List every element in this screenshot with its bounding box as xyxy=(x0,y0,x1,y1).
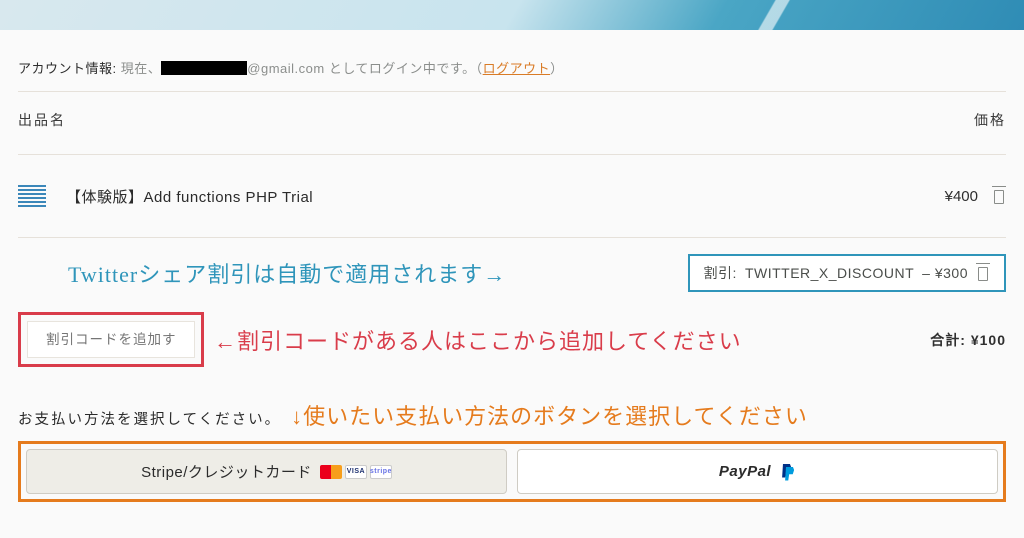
mastercard-icon xyxy=(320,465,342,479)
stripe-icon: stripe xyxy=(370,465,392,479)
cart-item-row: 【体験版】Add functions PHP Trial ¥400 xyxy=(18,155,1006,223)
annotation-box-coupon xyxy=(18,312,204,367)
account-info-label: アカウント情報: xyxy=(18,61,117,76)
discount-code: TWITTER_X_DISCOUNT xyxy=(745,265,914,281)
payment-stripe-label: Stripe/クレジットカード xyxy=(141,461,312,482)
hero-banner xyxy=(0,0,1024,30)
column-header-name: 出品名 xyxy=(18,110,66,130)
annotation-payment-hint: ↓使いたい支払い方法のボタンを選択してください xyxy=(291,399,808,431)
credit-card-icons: VISA stripe xyxy=(320,465,392,479)
redacted-email-local xyxy=(161,61,247,75)
coupon-code-input[interactable] xyxy=(27,321,195,358)
column-header-price: 価格 xyxy=(974,110,1006,130)
remove-item-icon[interactable] xyxy=(992,188,1006,204)
total-value: ¥100 xyxy=(971,332,1006,348)
annotation-box-payment: Stripe/クレジットカード VISA stripe PayPal xyxy=(18,441,1006,502)
payment-paypal-label: PayPal xyxy=(719,463,771,480)
logout-link[interactable]: ログアウト xyxy=(483,61,551,76)
product-thumbnail-icon xyxy=(18,185,46,207)
applied-discount-badge: 割引: TWITTER_X_DISCOUNT – ¥300 xyxy=(688,254,1006,292)
paypal-icon xyxy=(782,464,796,480)
payment-option-paypal[interactable]: PayPal xyxy=(517,449,998,494)
account-info-line: アカウント情報: 現在、 @gmail.com としてログイン中です。（ログアウト… xyxy=(18,58,1006,77)
discount-amount: – ¥300 xyxy=(922,265,968,281)
remove-discount-icon[interactable] xyxy=(976,265,990,281)
discount-label: 割引: xyxy=(704,263,737,283)
account-email-suffix: @gmail.com xyxy=(247,61,324,76)
account-status-prefix: 現在、 xyxy=(121,61,162,76)
payment-option-stripe[interactable]: Stripe/クレジットカード VISA stripe xyxy=(26,449,507,494)
cart-item-title: 【体験版】Add functions PHP Trial xyxy=(66,186,313,207)
payment-method-heading: お支払い方法を選択してください。 xyxy=(18,408,281,429)
cart-item-price: ¥400 xyxy=(945,188,978,205)
account-status-suffix: としてログイン中です。（ xyxy=(325,61,483,76)
visa-icon: VISA xyxy=(345,465,367,479)
annotation-coupon-hint: ←割引コードがある人はここから追加してください xyxy=(204,324,930,356)
annotation-twitter-share: Twitterシェア割引は自動で適用されます→ xyxy=(18,257,688,289)
total-label: 合計: xyxy=(930,332,966,348)
account-status-close: ） xyxy=(550,61,564,76)
